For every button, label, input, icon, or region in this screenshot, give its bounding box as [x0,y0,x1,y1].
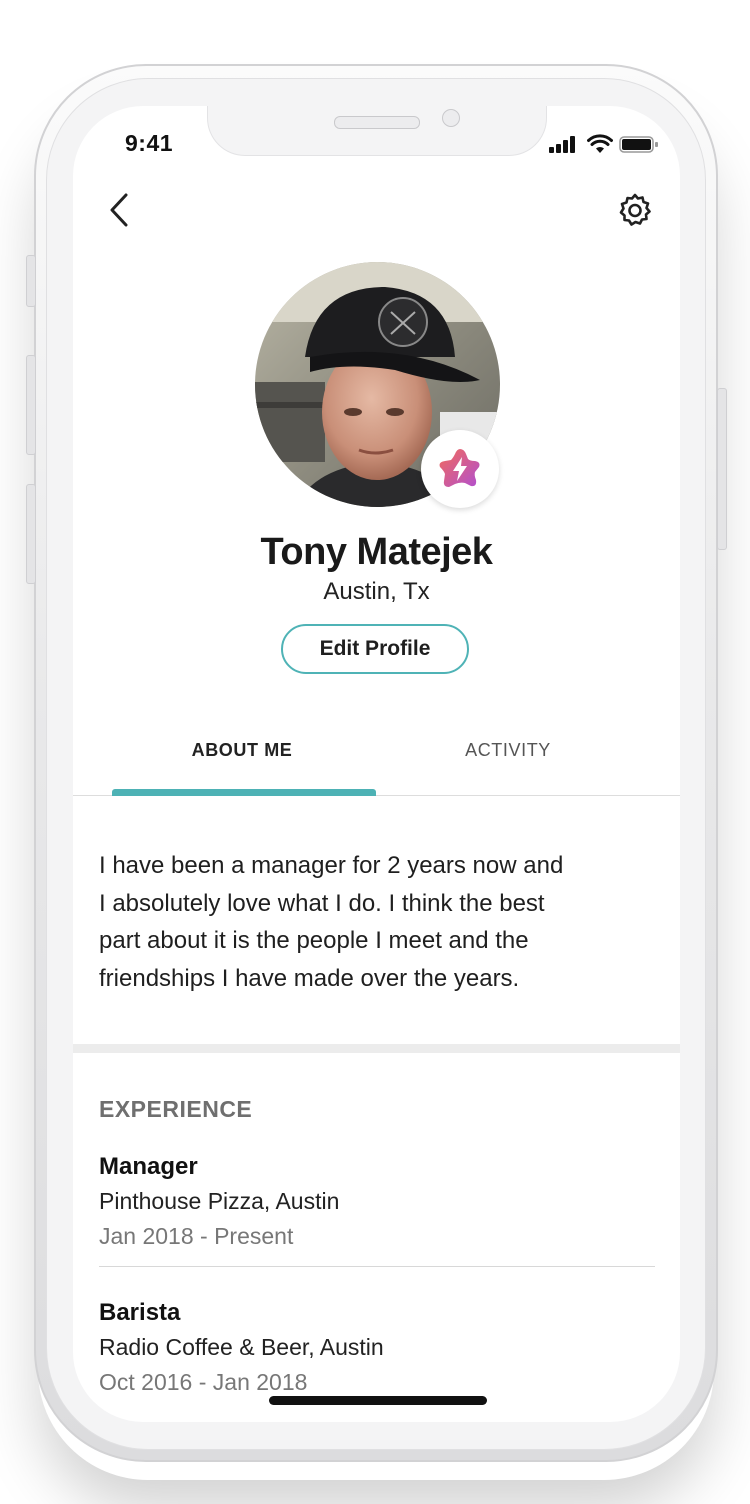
about-line: part about it is the people I meet and t… [99,927,529,954]
lightning-star-icon [439,449,480,487]
home-indicator[interactable] [269,1396,487,1405]
silent-switch [26,255,36,307]
settings-button[interactable] [613,188,657,232]
gear-icon [619,193,651,226]
wifi-icon [587,134,613,153]
about-line: friendships I have made over the years. [99,964,520,992]
badge [421,430,499,508]
about-line: I have been a manager for 2 years now an… [99,852,564,879]
about-text: I have been a manager for 2 years now an… [99,847,659,997]
experience-heading: EXPERIENCE [99,1096,253,1122]
volume-up-button [26,355,36,455]
front-camera [442,109,460,127]
edit-profile-button[interactable]: Edit Profile [281,624,469,674]
status-icons [549,134,659,154]
volume-down-button [26,484,36,584]
screen: 9:41 Tony Matejek Austin, Tx Edit Profil… [73,106,680,1422]
tab-about-me[interactable]: ABOUT ME [112,740,372,761]
speaker-grille [334,116,420,129]
job-title: Barista [99,1299,181,1326]
job-company: Radio Coffee & Beer, Austin [99,1334,384,1360]
job-dates: Oct 2016 - Jan 2018 [99,1369,308,1395]
experience-divider [99,1266,655,1267]
tab-active-indicator [112,789,376,796]
status-time: 9:41 [125,130,174,156]
battery-icon [619,136,658,153]
chevron-left-icon [110,193,128,227]
tab-activity[interactable]: ACTIVITY [378,740,638,761]
back-button[interactable] [97,188,141,232]
notch [207,106,547,156]
experience-item: Manager Pinthouse Pizza, Austin Jan 2018… [99,1149,655,1254]
job-dates: Jan 2018 - Present [99,1223,294,1249]
cellular-signal-icon [549,136,575,153]
job-company: Pinthouse Pizza, Austin [99,1188,340,1214]
profile-location: Austin, Tx [323,578,430,605]
about-line: I absolutely love what I do. I think the… [99,889,545,917]
job-title: Manager [99,1153,198,1180]
section-divider [73,1044,680,1053]
profile-name: Tony Matejek [260,531,493,573]
power-button [717,388,727,550]
experience-item: Barista Radio Coffee & Beer, Austin Oct … [99,1295,655,1400]
